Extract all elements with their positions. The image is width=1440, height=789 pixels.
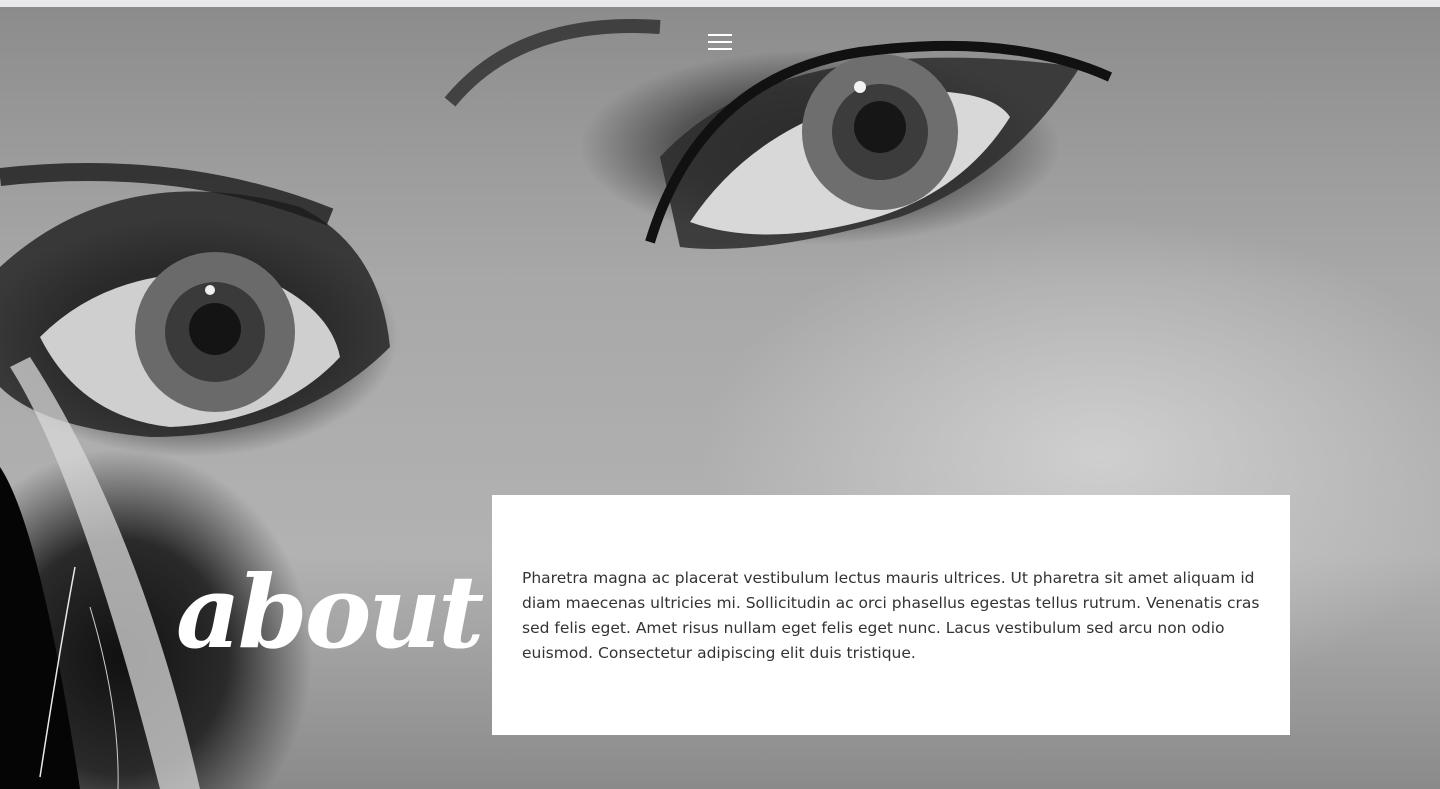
hero-section: about Pharetra magna ac placerat vestibu… (0, 7, 1440, 789)
menu-bar (708, 41, 732, 43)
about-description: Pharetra magna ac placerat vestibulum le… (522, 569, 1260, 662)
about-heading: about (176, 553, 484, 671)
menu-bar (708, 34, 732, 36)
menu-bar (708, 48, 732, 50)
top-strip (0, 0, 1440, 7)
eye-right (444, 18, 1113, 250)
about-card: Pharetra magna ac placerat vestibulum le… (492, 495, 1290, 735)
eye-left (0, 163, 390, 437)
hamburger-menu-icon[interactable] (704, 31, 736, 55)
